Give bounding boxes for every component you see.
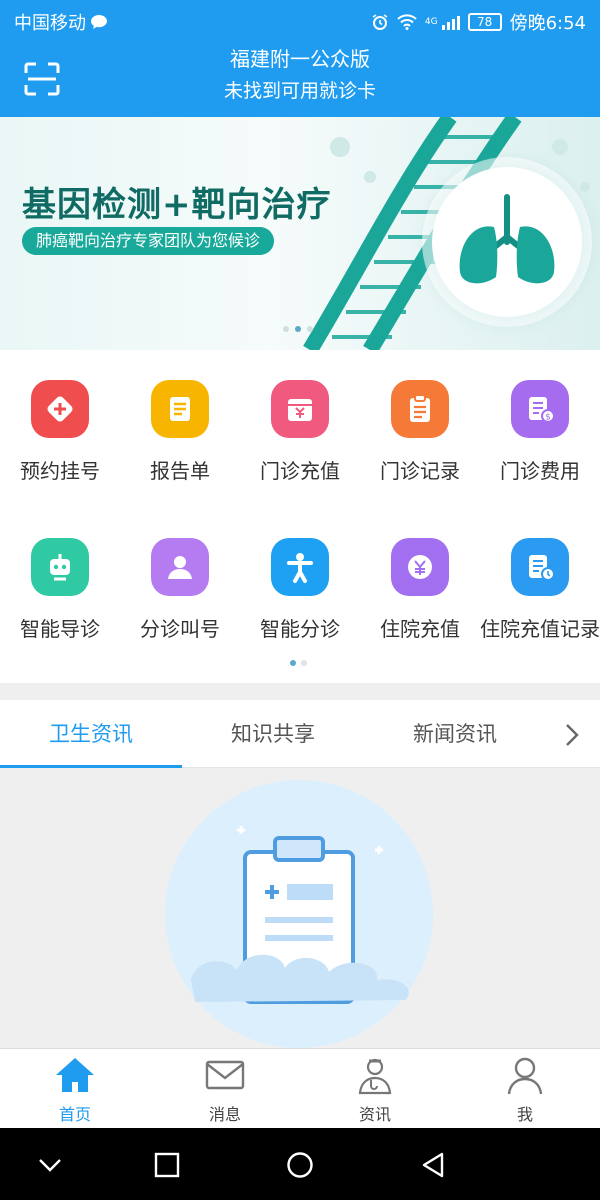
service-smart-triage[interactable]: 智能分诊 bbox=[240, 538, 360, 642]
service-outpatient-record[interactable]: 门诊记录 bbox=[360, 380, 480, 484]
nav-label: 首页 bbox=[58, 1105, 91, 1124]
service-appointment[interactable]: 预约挂号 bbox=[0, 380, 120, 484]
service-label: 报告单 bbox=[150, 459, 210, 483]
service-label: 住院充值 bbox=[380, 617, 460, 641]
promo-banner[interactable]: 基因检测+靶向治疗 肺癌靶向治疗专家团队为您候诊 bbox=[0, 117, 600, 350]
lungs-icon bbox=[459, 194, 555, 284]
app-header: 中国移动 4G 78 傍晚6:54 福建附一公众版 未找到可用就诊卡 bbox=[0, 0, 600, 117]
carrier-name: 中国移动 bbox=[14, 13, 86, 34]
empty-state-illustration bbox=[165, 780, 433, 1048]
banner-pagination bbox=[283, 326, 313, 332]
collapse-icon[interactable] bbox=[35, 1150, 65, 1180]
signal-icon bbox=[441, 14, 460, 30]
service-label: 智能分诊 bbox=[260, 617, 340, 641]
clipboard-icon bbox=[391, 380, 449, 438]
bill-icon: $ bbox=[511, 380, 569, 438]
service-smart-guide[interactable]: 智能导诊 bbox=[0, 538, 120, 642]
nav-label: 我 bbox=[516, 1105, 533, 1124]
service-label: 预约挂号 bbox=[20, 459, 100, 483]
bottom-navigation: 首页 消息 资讯 我 bbox=[0, 1048, 600, 1128]
carrier-info: 中国移动 bbox=[14, 9, 108, 35]
service-label: 门诊费用 bbox=[500, 459, 580, 483]
tab-health-info[interactable]: 卫生资讯 bbox=[0, 700, 182, 768]
wifi-icon bbox=[397, 14, 417, 30]
clock: 傍晚6:54 bbox=[509, 13, 586, 34]
envelope-icon bbox=[205, 1060, 245, 1090]
battery-icon: 78 bbox=[467, 13, 502, 31]
back-icon[interactable] bbox=[418, 1150, 448, 1180]
grid-dot bbox=[301, 660, 307, 666]
record-clock-icon bbox=[511, 538, 569, 596]
banner-dot-active bbox=[295, 326, 301, 332]
alarm-icon bbox=[372, 14, 388, 30]
service-queue-call[interactable]: 分诊叫号 bbox=[120, 538, 240, 642]
tab-knowledge-share[interactable]: 知识共享 bbox=[182, 700, 364, 768]
card-status[interactable]: 未找到可用就诊卡 bbox=[0, 74, 600, 108]
person-call-icon bbox=[151, 538, 209, 596]
news-content bbox=[0, 768, 600, 1048]
service-label: 分诊叫号 bbox=[140, 617, 220, 641]
recent-apps-icon[interactable] bbox=[152, 1150, 182, 1180]
service-outpatient-fee[interactable]: $ 门诊费用 bbox=[480, 380, 600, 484]
nav-home[interactable]: 首页 bbox=[0, 1049, 150, 1129]
service-label: 门诊充值 bbox=[260, 459, 340, 483]
svg-text:$: $ bbox=[545, 413, 551, 423]
page-title: 福建附一公众版 bbox=[230, 47, 370, 71]
grid-dot-active bbox=[290, 660, 296, 666]
status-indicators: 4G 78 傍晚6:54 bbox=[371, 9, 586, 35]
banner-tagline: 肺癌靶向治疗专家团队为您候诊 bbox=[22, 227, 275, 255]
nav-messages[interactable]: 消息 bbox=[150, 1049, 300, 1129]
service-label: 智能导诊 bbox=[20, 617, 100, 641]
status-bar: 中国移动 4G 78 傍晚6:54 bbox=[0, 0, 600, 40]
system-navigation-bar bbox=[0, 1128, 600, 1200]
banner-headline: 基因检测+靶向治疗 bbox=[22, 185, 332, 225]
service-outpatient-recharge[interactable]: 门诊充值 bbox=[240, 380, 360, 484]
nav-label: 资讯 bbox=[358, 1105, 391, 1124]
service-inpatient-recharge-record[interactable]: 住院充值记录 bbox=[480, 538, 600, 642]
doctor-icon bbox=[358, 1058, 392, 1095]
service-report[interactable]: 报告单 bbox=[120, 380, 240, 484]
user-icon bbox=[507, 1057, 543, 1095]
section-divider bbox=[0, 683, 600, 700]
nav-info[interactable]: 资讯 bbox=[300, 1049, 450, 1129]
home-button-icon[interactable] bbox=[285, 1150, 315, 1180]
chat-bubble-icon bbox=[91, 15, 107, 29]
home-icon bbox=[56, 1058, 94, 1092]
header-titles: 福建附一公众版 未找到可用就诊卡 bbox=[0, 44, 600, 108]
chevron-right-icon[interactable] bbox=[556, 720, 586, 750]
nav-label: 消息 bbox=[208, 1105, 241, 1124]
yuan-circle-icon bbox=[391, 538, 449, 596]
banner-dot bbox=[307, 326, 313, 332]
news-tabs: 卫生资讯 知识共享 新闻资讯 bbox=[0, 700, 600, 768]
robot-icon bbox=[31, 538, 89, 596]
yuan-box-icon bbox=[271, 380, 329, 438]
document-icon bbox=[151, 380, 209, 438]
nav-me[interactable]: 我 bbox=[450, 1049, 600, 1129]
person-icon bbox=[271, 538, 329, 596]
plus-diamond-icon bbox=[31, 380, 89, 438]
lung-illustration bbox=[432, 167, 582, 317]
service-inpatient-recharge[interactable]: 住院充值 bbox=[360, 538, 480, 642]
banner-dot bbox=[283, 326, 289, 332]
service-label: 门诊记录 bbox=[380, 459, 460, 483]
grid-pagination bbox=[290, 660, 307, 666]
tab-news[interactable]: 新闻资讯 bbox=[364, 700, 546, 768]
service-label: 住院充值记录 bbox=[480, 617, 600, 641]
empty-clipboard-icon bbox=[191, 826, 409, 1004]
service-grid: 预约挂号 报告单 门诊充值 门诊记录 $ 门诊费用 智能导诊 分诊叫号 智能分诊… bbox=[0, 350, 600, 683]
network-type: 4G bbox=[424, 17, 438, 27]
